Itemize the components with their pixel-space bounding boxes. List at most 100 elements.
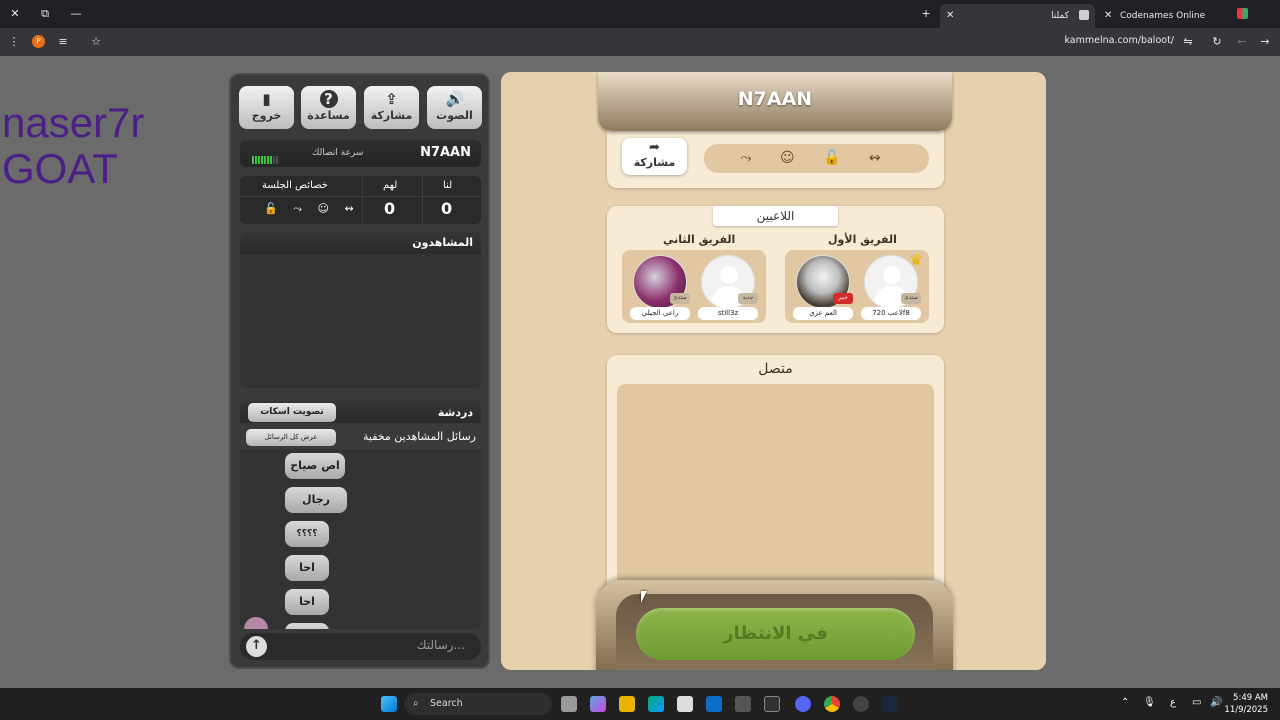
taskbar-search[interactable]: ⌕ Search [404,693,552,715]
room-props-icons: ⤳ ☺ 🔓 ↭ [704,144,929,173]
copilot-icon[interactable] [590,696,606,712]
team2-box: مبتدئ راعي الجيلي جديد still3z [622,250,766,323]
room-info-bar: ➦ مشاركة ⤳ ☺ 🔓 ↭ [607,130,944,188]
kammelna-favicon-icon [1079,10,1089,20]
tab-kammelna[interactable]: ✕ كملنا [940,4,1095,28]
player-slot[interactable]: جديد still3z [698,255,758,320]
chat-message: ؟؟؟؟ [285,521,329,547]
overlay-line-2: GOAT [2,145,118,192]
extension-icon[interactable] [1237,8,1248,19]
chat-message: اص صياح [285,453,345,479]
players-title: اللاعبين [713,206,838,226]
crown-icon: ♛ [909,251,923,269]
profile-avatar[interactable]: P [32,35,45,48]
taskbar-clock[interactable]: 5:49 AM 11/9/2025 [1224,692,1268,716]
spectators-list [240,254,481,388]
windows-start-icon[interactable] [381,696,397,712]
player-level-badge: مبتدئ [670,293,690,304]
app-icon[interactable] [735,696,751,712]
back-icon[interactable]: ← [1234,34,1250,50]
chat-input[interactable]: ↑ رسالتك... [240,633,481,660]
tab-title: كملنا [1051,11,1069,21]
menu-dots-icon[interactable]: ⋮ [6,34,22,50]
bookmark-star-icon[interactable]: ☆ [88,34,104,50]
help-button[interactable]: ? مساعدة [301,86,356,129]
chat-title: دردشة [437,406,473,419]
us-score: 0 [441,199,453,218]
taskbar: ⌕ Search ⌃ 🎙 ع ▭ 🔊 5:49 AM 11/9/2025 [0,688,1280,720]
volume-icon[interactable]: 🔊 [1210,697,1222,708]
language-indicator[interactable]: ع [1170,697,1176,708]
stream-overlay-text: naser7r GOAT [2,100,144,192]
player-slot[interactable]: ♛ مبتدئ لاعب 720f8 [861,251,923,320]
team2-label: الفريق الثاني [663,233,736,246]
mouse-cursor [641,591,647,603]
player-level-badge: خبير [833,293,853,304]
help-icon: ? [319,90,338,108]
player-slot[interactable]: مبتدئ راعي الجيلي [630,255,690,320]
address-bar: ⋮ ≡ ☆ kammelna.com/baloot/ ⇋ ↻ ← → [0,28,1280,56]
player-slot[interactable]: خبير العم عزي [793,255,853,320]
chat-message: رجال كبتها [285,487,347,532]
player-name: راعي الجيلي [630,307,690,320]
hidden-messages-label: رسائل المشاهدين مخفية [363,430,476,443]
tab-codenames[interactable]: ✕ Codenames Online [1100,4,1250,28]
network-icon[interactable]: ▭ [1192,697,1201,708]
chrome-icon[interactable] [824,696,840,712]
outlook-icon[interactable] [706,696,722,712]
task-view-icon[interactable] [561,696,577,712]
them-header: لهم [383,180,398,191]
vote-mute-button[interactable]: تصويت اسكات [248,403,336,422]
browser-tabbar: ✕ ⧉ — + ✕ كملنا ✕ Codenames Online [0,0,1280,28]
share-button[interactable]: ⇪ مشاركة [364,86,419,129]
discord-icon[interactable] [795,696,811,712]
connection-label: سرعة اتصالك [312,148,364,158]
reload-icon[interactable]: ↻ [1209,34,1225,50]
tab-close-icon[interactable]: ✕ [1104,6,1112,26]
room-share-button[interactable]: ➦ مشاركة [622,138,687,175]
chat-placeholder: رسالتك... [416,638,465,652]
share-icon: ⇪ [385,90,398,108]
obs-icon[interactable] [853,696,869,712]
chat-messages: اص صياح رجال كبتها ؟؟؟؟ احا احا [240,449,481,629]
spectators-header: المشاهدون [240,232,481,254]
waiting-button[interactable]: في الانتظار [636,608,915,660]
clock-time: 5:49 AM [1233,693,1268,703]
side-panel: ▮ خروج ? مساعدة ⇪ مشاركة 🔊 الصوت سرعة ات… [229,73,490,669]
reading-list-icon[interactable]: ≡ [55,34,71,50]
window-restore-icon[interactable]: ⧉ [37,6,53,22]
forward-icon[interactable]: → [1257,34,1273,50]
store-icon[interactable] [677,696,693,712]
tray-overflow-icon[interactable]: ⌃ [1121,697,1129,708]
overlay-line-1: naser7r [2,99,145,146]
hidden-messages-row: عرض كل الرسائل رسائل المشاهدين مخفية [240,428,481,448]
sound-button[interactable]: 🔊 الصوت [427,86,482,129]
session-props-header: خصائص الجلسة [262,180,328,191]
microphone-icon[interactable]: 🎙 [1143,697,1156,708]
tab-close-icon[interactable]: ✕ [946,6,954,26]
team1-box: خبير العم عزي ♛ مبتدئ لاعب 720f8 [785,250,929,323]
us-header: لنا [443,180,453,191]
edge-icon[interactable] [648,696,664,712]
url-field[interactable]: kammelna.com/baloot/ [1064,35,1174,46]
exit-label: خروج [251,109,282,122]
room-title: N7AAN [737,88,813,110]
team1-label: الفريق الأول [828,233,897,246]
show-all-messages-button[interactable]: عرض كل الرسائل [246,429,336,446]
player-name: لاعب 720f8 [861,307,921,320]
spectators-title: المشاهدون [412,236,473,249]
steam-icon[interactable] [882,696,898,712]
exit-button[interactable]: ▮ خروج [239,86,294,129]
send-button[interactable]: ↑ [246,636,267,657]
window-close-icon[interactable]: ✕ [7,6,23,22]
chat-avatar [244,617,268,629]
ctrl-app-icon[interactable] [764,696,780,712]
file-explorer-icon[interactable] [619,696,635,712]
new-tab-button[interactable]: + [918,6,934,22]
room-share-label: مشاركة [633,156,676,169]
window-minimize-icon[interactable]: — [68,6,84,22]
speaker-icon: 🔊 [445,90,465,108]
clock-date: 11/9/2025 [1224,705,1268,715]
site-settings-icon[interactable]: ⇋ [1180,34,1196,50]
players-card: اللاعبين الفريق الثاني الفريق الأول مبتد… [607,206,944,333]
